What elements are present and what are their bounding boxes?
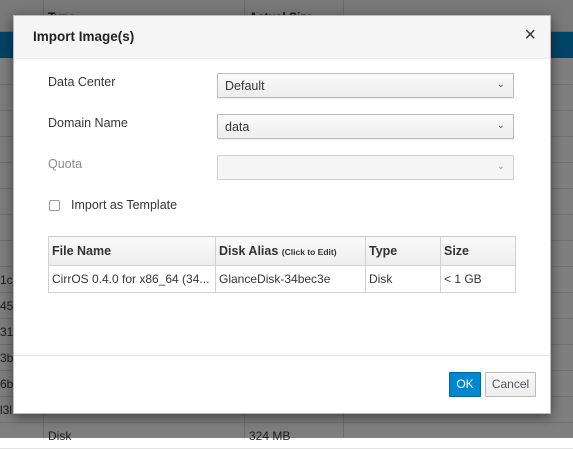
type-cell: Disk — [365, 265, 441, 293]
import-as-template-label[interactable]: Import as Template — [71, 198, 177, 212]
disk-table: File Name Disk Alias (Click to Edit) Typ… — [48, 236, 516, 293]
disk-alias-cell[interactable]: GlanceDisk-34bec3e — [215, 265, 366, 293]
import-as-template-checkbox[interactable] — [49, 200, 60, 211]
dialog-footer-divider — [14, 355, 550, 356]
file-name-header: File Name — [48, 236, 216, 266]
table-row[interactable]: CirrOS 0.4.0 for x86_64 (34... GlanceDis… — [48, 265, 516, 293]
import-images-dialog: Import Image(s) × Data Center Default ⌄ … — [13, 15, 551, 414]
type-header: Type — [365, 236, 441, 266]
disk-alias-header: Disk Alias (Click to Edit) — [215, 236, 366, 266]
quota-select: ⌄ — [217, 155, 514, 180]
chevron-down-icon: ⌄ — [496, 120, 505, 131]
disk-table-header-row: File Name Disk Alias (Click to Edit) Typ… — [48, 236, 516, 266]
close-icon[interactable]: × — [524, 25, 536, 45]
disk-alias-hint: (Click to Edit) — [281, 247, 337, 257]
dialog-header: Import Image(s) × — [14, 16, 550, 59]
quota-label: Quota — [48, 157, 83, 171]
domain-name-value: data — [225, 120, 250, 134]
ok-button[interactable]: OK — [449, 372, 481, 397]
cancel-button[interactable]: Cancel — [485, 372, 536, 397]
data-center-value: Default — [225, 79, 265, 93]
size-header: Size — [440, 236, 516, 266]
disk-alias-header-label: Disk Alias — [219, 244, 279, 258]
domain-name-label: Domain Name — [48, 116, 128, 130]
chevron-down-icon: ⌄ — [496, 79, 505, 90]
chevron-down-icon: ⌄ — [496, 161, 505, 172]
domain-name-select[interactable]: data ⌄ — [217, 114, 514, 139]
data-center-select[interactable]: Default ⌄ — [217, 73, 514, 98]
size-cell: < 1 GB — [440, 265, 516, 293]
file-name-cell: CirrOS 0.4.0 for x86_64 (34... — [48, 265, 216, 293]
data-center-label: Data Center — [48, 75, 116, 89]
dialog-title: Import Image(s) — [33, 29, 135, 44]
